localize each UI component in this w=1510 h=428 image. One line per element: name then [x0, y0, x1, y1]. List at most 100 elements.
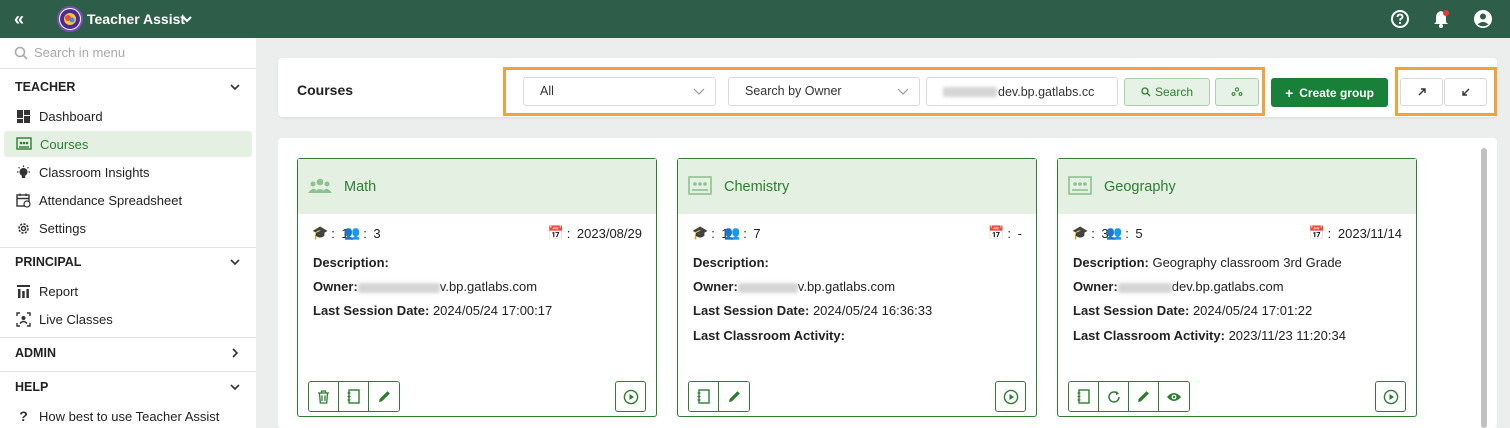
graduation-cap-icon: 🎓: [312, 225, 329, 240]
app-title[interactable]: Teacher Assist: [87, 11, 185, 27]
start-session-button[interactable]: [1375, 381, 1406, 412]
notebook-button[interactable]: [689, 382, 719, 411]
course-card-math[interactable]: Math 🎓: 1 👥: 3 📅: 2023/08/29 Description…: [297, 158, 657, 417]
search-icon: [1141, 87, 1151, 97]
search-button-label: Search: [1154, 85, 1194, 99]
calendar-icon: [16, 193, 31, 208]
owner-label: Owner:: [313, 279, 358, 294]
teacher-count: 🎓: 3: [1072, 225, 1109, 241]
scrollbar[interactable]: [1481, 148, 1487, 428]
start-session-button[interactable]: [615, 381, 646, 412]
account-circle-icon[interactable]: [1473, 9, 1493, 29]
sidebar-item-classroom-insights[interactable]: Classroom Insights: [4, 159, 252, 185]
sidebar-item-courses[interactable]: Courses: [4, 131, 252, 157]
sidebar-item-report[interactable]: Report: [4, 278, 252, 304]
last-session-label: Last Session Date:: [1073, 303, 1190, 318]
notebook-icon: [1077, 389, 1090, 404]
edit-button[interactable]: [369, 382, 399, 411]
create-group-label: Create group: [1299, 85, 1374, 100]
section-title: TEACHER: [15, 80, 76, 94]
redacted-text: [1117, 282, 1172, 293]
student-count: 👥: 5: [1106, 225, 1143, 241]
section-principal[interactable]: PRINCIPAL: [15, 252, 241, 272]
chevron-down-icon: [693, 88, 705, 95]
refresh-button[interactable]: [1099, 382, 1129, 411]
notebook-button[interactable]: [1069, 382, 1099, 411]
play-circle-icon: [623, 389, 638, 404]
calendar-clock-icon: 📅: [1308, 225, 1325, 240]
students-icon: 👥: [1106, 225, 1123, 240]
divider: [0, 337, 256, 338]
top-app-bar: « Teacher Assist: [0, 0, 1510, 38]
section-admin[interactable]: ADMIN: [15, 343, 241, 363]
calendar-clock-icon: 📅: [988, 225, 1005, 240]
expand-all-button[interactable]: [1400, 78, 1443, 106]
search-button[interactable]: Search: [1124, 78, 1210, 106]
filter-select[interactable]: All: [523, 77, 716, 106]
notebook-button[interactable]: [339, 382, 369, 411]
live-classes-icon: [16, 311, 31, 327]
edit-button[interactable]: [719, 382, 749, 411]
help-icon[interactable]: [1390, 9, 1410, 29]
last-activity-value: 2023/11/23 11:20:34: [1228, 328, 1346, 343]
section-teacher[interactable]: TEACHER: [15, 77, 241, 97]
courses-icon: [16, 136, 32, 150]
last-activity-row: Last Classroom Activity: 2023/11/23 11:2…: [1073, 328, 1346, 343]
course-card-chemistry[interactable]: Chemistry 🎓: 1 👥: 7 📅: - Description: Ow…: [677, 158, 1037, 417]
course-title[interactable]: Geography: [1104, 179, 1176, 195]
collapse-sidebar-icon[interactable]: «: [14, 9, 34, 29]
delete-button[interactable]: [309, 382, 339, 411]
notebook-icon: [347, 389, 360, 404]
owner-search-select[interactable]: Search by Owner: [728, 77, 920, 106]
section-help[interactable]: HELP: [15, 377, 241, 397]
course-card-geography[interactable]: Geography 🎓: 3 👥: 5 📅: 2023/11/14 Descri…: [1057, 158, 1417, 417]
last-session-row: Last Session Date: 2024/05/24 17:00:17: [313, 303, 552, 318]
edit-button[interactable]: [1129, 382, 1159, 411]
pencil-icon: [1138, 391, 1149, 402]
trash-icon: [318, 389, 329, 404]
sidebar-item-settings[interactable]: Settings: [4, 215, 252, 241]
menu-search[interactable]: Search in menu: [14, 45, 125, 60]
pencil-icon: [378, 391, 390, 402]
student-count-value: 5: [1135, 225, 1143, 241]
calendar-clock-icon: 📅: [547, 225, 564, 240]
course-title[interactable]: Chemistry: [724, 179, 789, 195]
graduation-cap-icon: 🎓: [692, 225, 709, 240]
description-label: Description:: [693, 255, 769, 270]
chevron-right-icon: [232, 348, 239, 358]
description-row: Description:: [313, 255, 392, 270]
sidebar-item-label: Courses: [40, 136, 89, 152]
course-date-value: 2023/08/29: [576, 225, 642, 241]
create-group-button[interactable]: + Create group: [1271, 78, 1388, 107]
course-title[interactable]: Math: [344, 179, 376, 195]
owner-select-value: Search by Owner: [745, 84, 842, 98]
last-session-row: Last Session Date: 2024/05/24 16:36:33: [693, 303, 932, 318]
last-session-row: Last Session Date: 2024/05/24 17:01:22: [1073, 303, 1312, 318]
app-switcher-chevron-icon[interactable]: [180, 12, 194, 26]
arrow-down-left-icon: [1461, 88, 1469, 96]
menu-search-placeholder[interactable]: Search in menu: [34, 45, 125, 60]
course-stats: 🎓: 1 👥: 3 📅: 2023/08/29: [312, 225, 642, 241]
owner-value: v.bp.gatlabs.com: [797, 279, 896, 294]
start-session-button[interactable]: [995, 381, 1026, 412]
app-logo: [57, 6, 83, 32]
collapse-all-button[interactable]: [1444, 78, 1487, 106]
sidebar-item-dashboard[interactable]: Dashboard: [4, 103, 252, 129]
filter-users-button[interactable]: [1215, 78, 1259, 106]
sidebar-item-how-to-use[interactable]: ? How best to use Teacher Assist: [4, 403, 252, 428]
divider: [0, 247, 256, 248]
owner-email-input[interactable]: dev.bp.gatlabs.cc: [926, 77, 1118, 106]
sidebar-item-label: Settings: [39, 220, 86, 236]
last-activity-label: Last Classroom Activity:: [693, 328, 845, 343]
course-stats: 🎓: 3 👥: 5 📅: 2023/11/14: [1072, 225, 1402, 241]
description-row: Description:: [693, 255, 772, 270]
sidebar-item-live-classes[interactable]: Live Classes: [4, 306, 252, 332]
last-activity-label: Last Classroom Activity:: [1073, 328, 1225, 343]
sidebar-item-attendance-spreadsheet[interactable]: Attendance Spreadsheet: [4, 187, 252, 213]
last-session-value: 2024/05/24 17:01:22: [1192, 303, 1313, 318]
notifications-bell-icon[interactable]: [1431, 9, 1451, 29]
section-title: ADMIN: [15, 346, 56, 360]
view-button[interactable]: [1159, 382, 1189, 411]
sidebar-item-label: Attendance Spreadsheet: [39, 192, 183, 208]
course-stats: 🎓: 1 👥: 7 📅: -: [692, 225, 1022, 241]
